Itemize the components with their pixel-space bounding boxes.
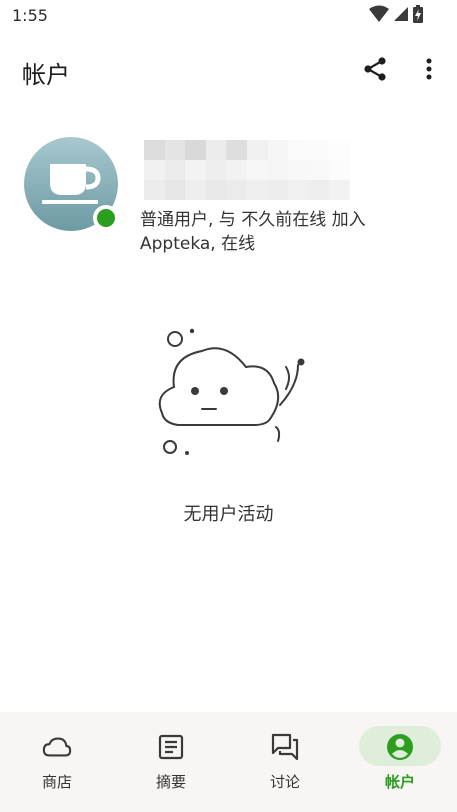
more-vert-icon (425, 57, 433, 85)
cell-signal-icon (393, 6, 409, 26)
app-bar: 帐户 (0, 40, 457, 102)
account-circle-icon (385, 732, 415, 762)
status-icons (369, 5, 423, 27)
share-button[interactable] (360, 56, 390, 86)
status-bar: 1:55 (0, 0, 457, 32)
bottom-navigation: 商店 摘要 讨论 帐户 (0, 712, 457, 812)
status-time: 1:55 (12, 6, 48, 25)
profile-description: 普通用户, 与 不久前在线 加入 Appteka, 在线 (140, 210, 366, 254)
nav-label-discussions: 讨论 (269, 773, 300, 791)
online-status-badge (93, 205, 119, 231)
sad-cloud-illustration (150, 325, 310, 460)
page-title: 帐户 (22, 61, 70, 89)
battery-charging-icon (413, 5, 423, 27)
forum-icon (270, 732, 300, 762)
profile-header: 普通用户, 与 不久前在线 加入 Appteka, 在线 (0, 130, 457, 270)
nav-label-feed: 摘要 (155, 773, 186, 791)
cloud-icon (42, 732, 72, 762)
feed-icon (156, 732, 186, 762)
empty-activity-message: 无用户活动 (183, 504, 274, 525)
nav-item-store[interactable]: 商店 (0, 712, 114, 812)
nav-item-account[interactable]: 帐户 (343, 712, 457, 812)
username-redacted (144, 140, 350, 200)
nav-label-store: 商店 (41, 773, 72, 791)
wifi-icon (369, 5, 389, 27)
nav-label-account: 帐户 (384, 773, 415, 791)
nav-item-feed[interactable]: 摘要 (114, 712, 228, 812)
more-options-button[interactable] (414, 56, 444, 86)
nav-item-discussions[interactable]: 讨论 (228, 712, 342, 812)
share-icon (362, 56, 388, 86)
